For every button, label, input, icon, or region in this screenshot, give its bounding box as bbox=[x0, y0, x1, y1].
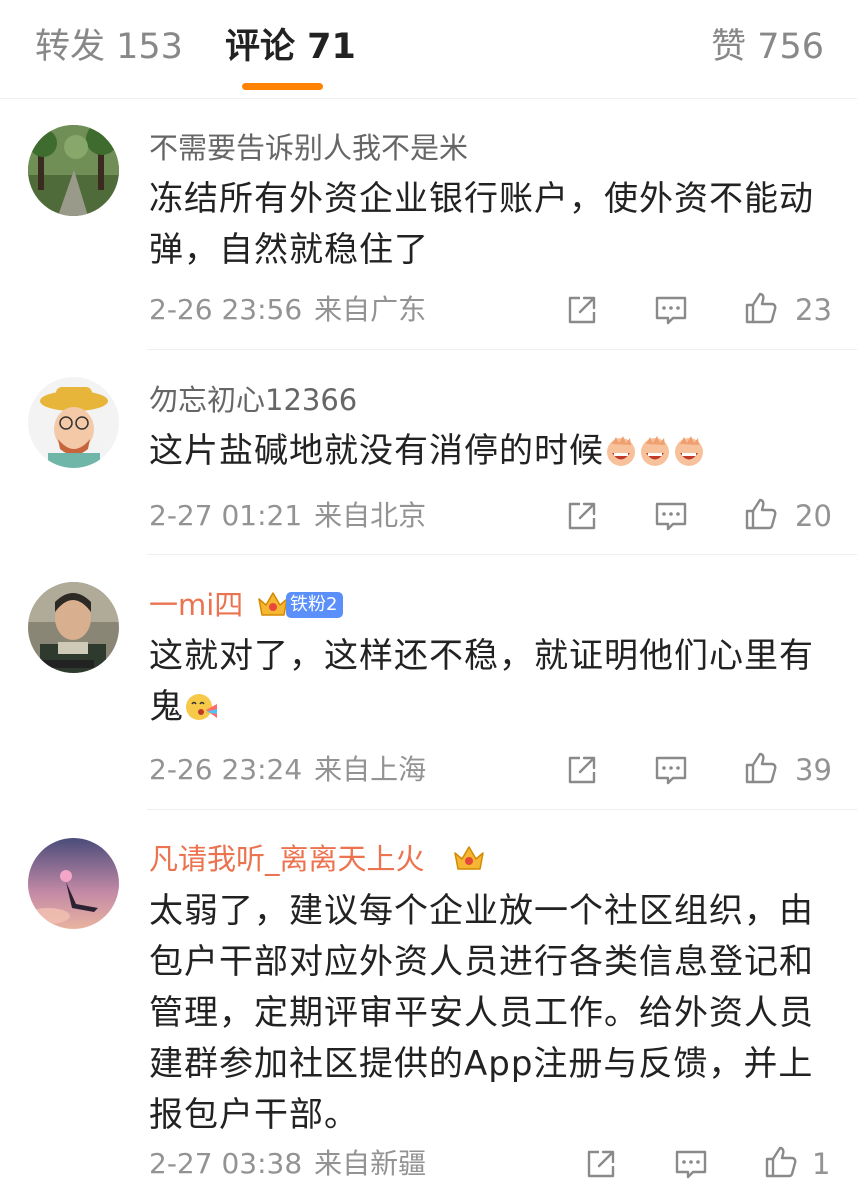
comment-location: 来自广东 bbox=[314, 293, 427, 326]
share-icon[interactable] bbox=[583, 1146, 619, 1182]
comment-meta: 2-27 03:38 来自新疆 bbox=[149, 1146, 426, 1182]
comment-text-body: 这片盐碱地就没有消停的时候 bbox=[149, 431, 604, 471]
comment-icon[interactable] bbox=[673, 1146, 709, 1182]
comment-meta: 2-27 01:21 来自北京 bbox=[149, 498, 426, 534]
like-count: 1 bbox=[812, 1147, 831, 1181]
comment-tabs: 转发 153 评论 71 赞 756 bbox=[0, 0, 857, 99]
crown-icon bbox=[454, 846, 484, 870]
comment-username[interactable]: 一mi四 bbox=[149, 587, 243, 623]
comment-username[interactable]: 勿忘初心12366 bbox=[149, 382, 357, 418]
comment-text: 这就对了，这样还不稳，就证明他们心里有鬼 bbox=[149, 631, 839, 733]
comment-date: 2-26 23:24 bbox=[149, 753, 303, 786]
comment-text: 冻结所有外资企业银行账户，使外资不能动弹，自然就稳住了 bbox=[149, 179, 814, 270]
thumbs-up-icon[interactable] bbox=[763, 1144, 799, 1180]
avatar[interactable] bbox=[28, 125, 119, 216]
comment-item: 勿忘初心12366 这片盐碱地就没有消停的时候 2-27 01:21 来自北京 2… bbox=[0, 350, 857, 555]
comment-username[interactable]: 凡请我听_离离天上火 bbox=[149, 841, 425, 877]
avatar[interactable] bbox=[28, 838, 119, 929]
comment-text-body: 这就对了，这样还不稳，就证明他们心里有鬼 bbox=[149, 636, 814, 727]
share-icon[interactable] bbox=[564, 752, 600, 788]
avatar[interactable] bbox=[28, 582, 119, 673]
like-count: 20 bbox=[795, 499, 832, 533]
comment-date: 2-27 01:21 bbox=[149, 499, 303, 532]
like-count: 39 bbox=[795, 753, 832, 787]
comment-text: 太弱了，建议每个企业放一个社区组织，由包户干部对应外资人员进行各类信息登记和管理… bbox=[149, 891, 814, 1135]
thumbs-up-icon[interactable] bbox=[743, 290, 779, 326]
comment-icon[interactable] bbox=[653, 752, 689, 788]
comment-item: 凡请我听_离离天上火 太弱了，建议每个企业放一个社区组织，由包户干部对应外资人员… bbox=[0, 810, 857, 1200]
thumbs-up-icon[interactable] bbox=[743, 750, 779, 786]
comment-text: 这片盐碱地就没有消停的时候 bbox=[149, 426, 839, 477]
share-icon[interactable] bbox=[564, 498, 600, 534]
active-tab-indicator bbox=[242, 83, 323, 90]
fan-badge[interactable]: 铁粉2 bbox=[286, 592, 344, 618]
like-count: 23 bbox=[795, 293, 832, 327]
comment-location: 来自北京 bbox=[314, 499, 427, 532]
thumbs-up-icon[interactable] bbox=[743, 496, 779, 532]
grinning-emoji-icon bbox=[607, 436, 635, 466]
comment-date: 2-27 03:38 bbox=[149, 1147, 303, 1180]
comment-icon[interactable] bbox=[653, 498, 689, 534]
comment-username[interactable]: 不需要告诉别人我不是米 bbox=[149, 130, 468, 166]
tab-repost[interactable]: 转发 153 bbox=[35, 24, 183, 70]
comment-meta: 2-26 23:56 来自广东 bbox=[149, 292, 426, 328]
comment-location: 来自新疆 bbox=[314, 1147, 427, 1180]
blowing-rainbow-emoji-icon bbox=[186, 694, 217, 720]
comment-item: 一mi四 铁粉2 这就对了，这样还不稳，就证明他们心里有鬼 2-26 23:24… bbox=[0, 555, 857, 810]
comment-date: 2-26 23:56 bbox=[149, 293, 303, 326]
avatar[interactable] bbox=[28, 377, 119, 468]
grinning-emoji-icon bbox=[641, 436, 669, 466]
tab-like[interactable]: 赞 756 bbox=[711, 24, 824, 70]
crown-icon bbox=[258, 592, 288, 616]
share-icon[interactable] bbox=[564, 292, 600, 328]
comment-icon[interactable] bbox=[653, 292, 689, 328]
comment-item: 不需要告诉别人我不是米 冻结所有外资企业银行账户，使外资不能动弹，自然就稳住了 … bbox=[0, 100, 857, 350]
grinning-emoji-icon bbox=[675, 436, 703, 466]
comment-meta: 2-26 23:24 来自上海 bbox=[149, 752, 426, 788]
comment-location: 来自上海 bbox=[314, 753, 427, 786]
